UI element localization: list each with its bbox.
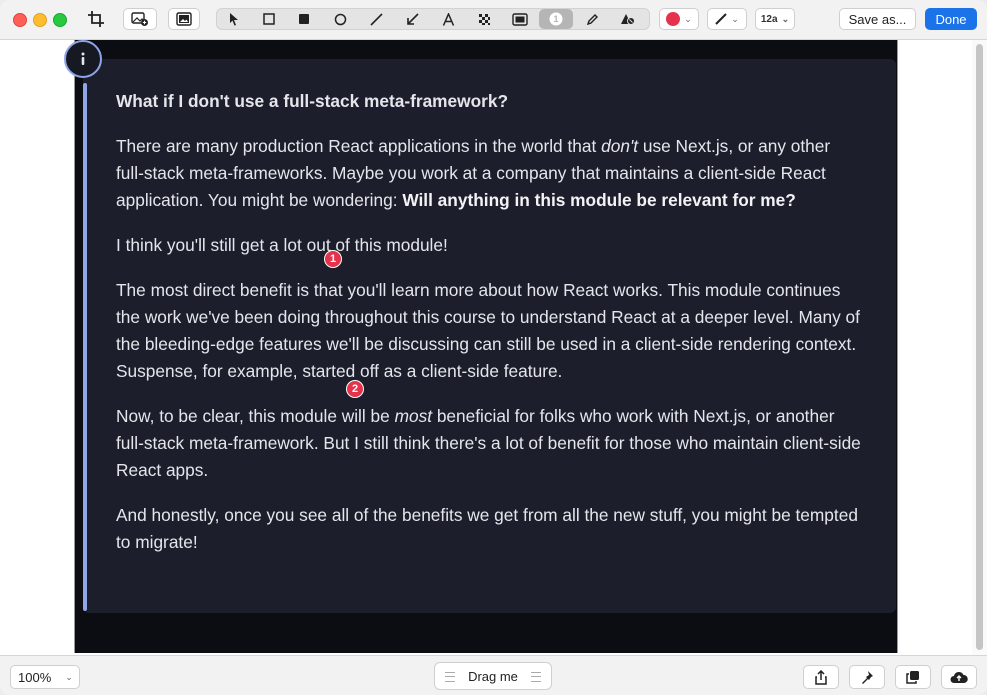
pen-icon xyxy=(586,13,598,25)
grip-icon xyxy=(445,672,455,682)
line-tool[interactable] xyxy=(359,9,393,29)
paragraph-2: I think you'll still get a lot out of th… xyxy=(116,235,448,255)
crop-button[interactable] xyxy=(84,8,108,30)
paragraph-5: And honestly, once you see all of the be… xyxy=(116,505,858,552)
scrollbar-thumb[interactable] xyxy=(976,44,983,650)
chevron-down-icon: ⌄ xyxy=(731,13,739,24)
bottom-bar: 100% ⌄ Drag me xyxy=(0,655,987,695)
paragraph-4-text-a: Now, to be clear, this module will be xyxy=(116,406,395,426)
zoom-value: 100% xyxy=(18,669,52,685)
text-tool[interactable] xyxy=(431,9,465,29)
highlight-icon xyxy=(512,12,528,26)
save-as-button[interactable]: Save as... xyxy=(839,8,916,30)
drag-label: Drag me xyxy=(468,668,518,684)
drawing-tools: 1 xyxy=(216,8,650,30)
filled-rectangle-tool[interactable] xyxy=(287,9,321,29)
callout-accent-bar xyxy=(83,83,87,611)
share-icon xyxy=(815,669,827,685)
info-badge xyxy=(64,40,102,78)
paragraph-1-text-a: There are many production React applicat… xyxy=(116,136,602,156)
chevron-down-icon: ⌄ xyxy=(684,13,692,24)
toolbar: 1 ⌄ ⌄ 12a ⌄ Save as... Done xyxy=(0,0,987,40)
info-icon xyxy=(81,52,85,65)
arrow-icon xyxy=(406,12,419,25)
copy-button[interactable] xyxy=(895,665,931,689)
add-image-button[interactable] xyxy=(123,8,157,30)
rectangle-outline-icon xyxy=(263,13,275,25)
line-icon xyxy=(369,12,383,26)
rectangle-tool[interactable] xyxy=(252,9,286,29)
counter-tool-label: 1 xyxy=(553,14,559,24)
done-button[interactable]: Done xyxy=(925,8,977,30)
paragraph-1-emphasis: don't xyxy=(601,136,639,156)
paragraph-1-strong: Will anything in this module be relevant… xyxy=(402,190,796,210)
close-window-button[interactable] xyxy=(13,13,27,27)
upload-cloud-button[interactable] xyxy=(941,665,977,689)
font-size-picker[interactable]: 12a ⌄ xyxy=(755,8,795,30)
copy-icon xyxy=(906,671,919,684)
image-frame-icon xyxy=(176,12,192,26)
text-icon xyxy=(442,12,454,26)
image-add-icon xyxy=(131,12,148,26)
eraser-tool[interactable] xyxy=(611,9,645,29)
cloud-upload-icon xyxy=(950,671,968,683)
pin-button[interactable] xyxy=(849,665,885,689)
stroke-picker[interactable]: ⌄ xyxy=(707,8,747,30)
color-picker[interactable]: ⌄ xyxy=(659,8,699,30)
pointer-icon xyxy=(230,13,238,26)
callout-content: What if I don't use a full-stack meta-fr… xyxy=(116,88,861,574)
share-button[interactable] xyxy=(803,665,839,689)
eraser-icon xyxy=(621,14,635,25)
chevron-down-icon: ⌄ xyxy=(781,13,790,24)
chevron-down-icon: ⌄ xyxy=(65,671,73,682)
callout-heading: What if I don't use a full-stack meta-fr… xyxy=(116,91,509,111)
pen-tool[interactable] xyxy=(575,9,609,29)
arrow-tool[interactable] xyxy=(395,9,429,29)
pixelate-icon xyxy=(478,13,490,25)
crop-icon xyxy=(88,11,104,27)
ellipse-tool[interactable] xyxy=(323,9,357,29)
background-button[interactable] xyxy=(168,8,200,30)
zoom-select[interactable]: 100% ⌄ xyxy=(10,665,80,689)
pin-icon xyxy=(862,671,873,684)
highlight-tool[interactable] xyxy=(503,9,537,29)
drag-handle[interactable]: Drag me xyxy=(434,662,552,690)
pointer-tool[interactable] xyxy=(217,9,251,29)
paragraph-3: The most direct benefit is that you'll l… xyxy=(116,280,860,381)
paragraph-4-emphasis: most xyxy=(394,406,433,426)
rectangle-filled-icon xyxy=(299,14,309,24)
maximize-window-button[interactable] xyxy=(53,13,67,27)
grip-icon xyxy=(531,672,541,682)
pixelate-tool[interactable] xyxy=(467,9,501,29)
paragraph-4: Now, to be clear, this module will be mo… xyxy=(116,403,861,484)
stroke-width-icon xyxy=(715,13,727,25)
minimize-window-button[interactable] xyxy=(33,13,47,27)
ellipse-icon xyxy=(334,13,346,25)
counter-marker-2[interactable]: 2 xyxy=(346,380,364,398)
paragraph-1: There are many production React applicat… xyxy=(116,133,861,214)
font-size-label: 12a xyxy=(760,13,778,25)
counter-marker-1[interactable]: 1 xyxy=(324,250,342,268)
annotation-window: 1 ⌄ ⌄ 12a ⌄ Save as... Done What if I do… xyxy=(0,0,987,695)
color-swatch xyxy=(666,12,681,26)
counter-tool[interactable]: 1 xyxy=(539,9,573,29)
